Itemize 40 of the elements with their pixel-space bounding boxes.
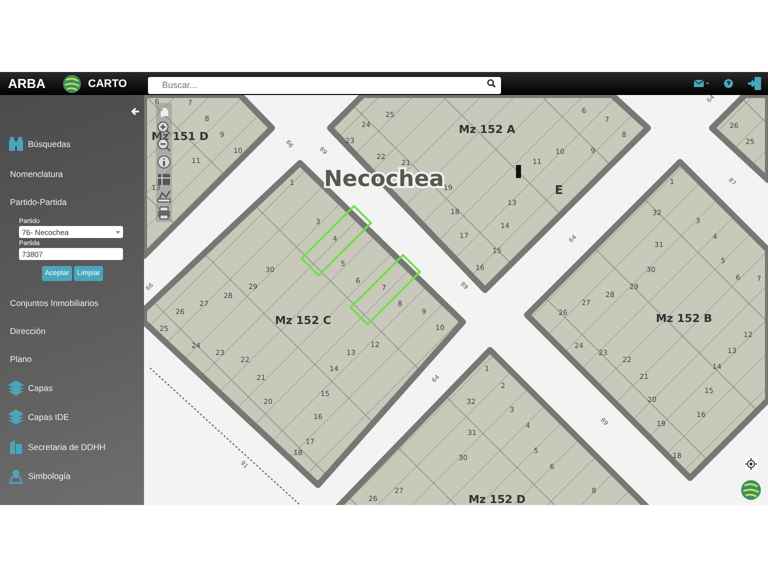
- search-icon[interactable]: [487, 79, 496, 88]
- menu-item[interactable]: Secretaria de DDHH: [28, 442, 106, 452]
- locate-icon[interactable]: [744, 457, 758, 471]
- layers-icon: [8, 380, 24, 396]
- brand-name: ARBA: [8, 76, 47, 91]
- print-icon[interactable]: [157, 206, 171, 220]
- menu-item[interactable]: Plano: [10, 354, 32, 364]
- lot-number: E: [554, 183, 564, 197]
- menu-item[interactable]: Partido-Partida: [10, 197, 67, 207]
- highlighted-parcel[interactable]: [349, 254, 422, 326]
- binoculars-icon: [8, 136, 24, 152]
- highlighted-parcel[interactable]: [300, 204, 372, 277]
- caret-icon: [116, 230, 120, 234]
- menu-item[interactable]: Simbología: [28, 471, 71, 482]
- map-view[interactable]: [144, 95, 768, 505]
- measure-icon[interactable]: [157, 189, 171, 203]
- globe-logo-icon: [62, 74, 82, 94]
- menu-item[interactable]: Dirección: [10, 326, 46, 336]
- block-name: Mz 152 B: [656, 312, 712, 325]
- block-name: Mz 152 D: [468, 493, 526, 505]
- block-name: Mz 152 C: [274, 314, 332, 327]
- globe-logo-icon: [740, 479, 762, 501]
- help-icon[interactable]: [724, 79, 733, 88]
- block-name: Mz 152 A: [458, 123, 516, 136]
- search-field[interactable]: Buscar...: [148, 76, 501, 94]
- menu-item[interactable]: Capas IDE: [28, 412, 70, 422]
- marker-icon: [516, 165, 521, 178]
- building-icon: [8, 438, 24, 455]
- menu-item[interactable]: Capas: [28, 382, 53, 393]
- menu-item[interactable]: Nomenclatura: [10, 169, 63, 179]
- person-pin-icon: [8, 468, 24, 484]
- back-arrow-icon[interactable]: [131, 107, 140, 116]
- layers-icon: [8, 409, 24, 426]
- logout-icon[interactable]: [747, 76, 762, 91]
- zoom-out-icon[interactable]: [157, 138, 171, 152]
- logo-text: CARTO: [88, 78, 128, 90]
- menu-item[interactable]: Conjuntos Inmobiliarios: [10, 298, 98, 308]
- grid-icon[interactable]: [157, 172, 171, 186]
- menu-item[interactable]: Búsquedas: [28, 139, 71, 149]
- mail-menu-icon[interactable]: [694, 79, 710, 88]
